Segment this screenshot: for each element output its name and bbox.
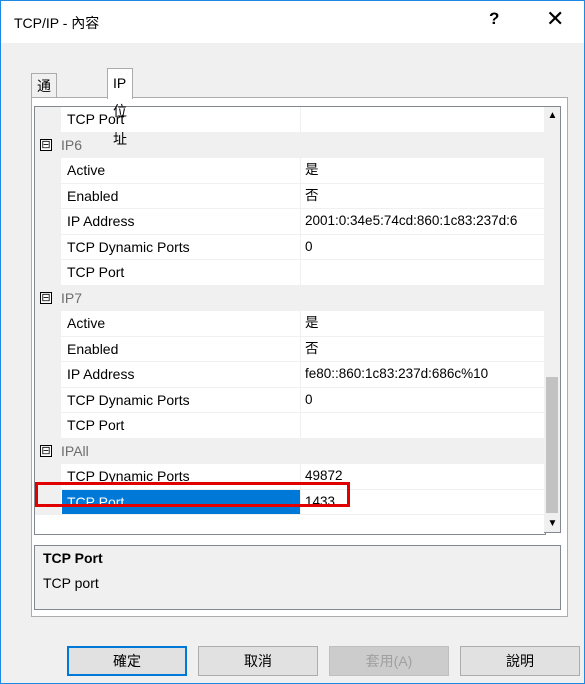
cancel-button[interactable]: 取消 (198, 646, 318, 676)
window-title: TCP/IP - 內容 (14, 15, 100, 31)
property-grid: TCP Port ⊟ IP6 Active 是 Enabled 否 IP Address 200… (34, 106, 546, 535)
property-value[interactable]: 否 (303, 337, 545, 362)
row-gutter (35, 260, 61, 285)
property-row[interactable]: TCP Dynamic Ports 49872 (35, 464, 545, 490)
row-gutter (35, 387, 61, 412)
ok-button[interactable]: 確定 (67, 646, 187, 676)
row-gutter (35, 234, 61, 259)
collapse-icon[interactable]: ⊟ (40, 291, 52, 304)
property-name: TCP Dynamic Ports (62, 464, 301, 489)
tcpip-properties-dialog: TCP/IP - 內容 ? ✕ 通訊協定 IP 位址 TCP Port ⊟ IP6 A… (0, 0, 585, 684)
property-name: IP Address (62, 209, 301, 234)
property-name: TCP Port (62, 107, 301, 132)
property-value[interactable] (303, 260, 545, 285)
property-value[interactable]: 1433 (303, 490, 545, 515)
scroll-thumb[interactable] (546, 377, 558, 513)
row-gutter (35, 464, 61, 489)
scroll-up-icon[interactable]: ▲ (544, 107, 561, 124)
row-gutter (35, 158, 61, 183)
category-row[interactable]: ⊟ IP7 (35, 285, 545, 311)
category-label: IP7 (61, 289, 83, 306)
description-pane: TCP Port TCP port (34, 545, 561, 610)
property-row[interactable]: Active 是 (35, 158, 545, 184)
property-value[interactable]: fe80::860:1c83:237d:686c%10 (303, 362, 545, 387)
category-row[interactable]: ⊟ IP6 (35, 132, 545, 158)
property-row[interactable]: TCP Dynamic Ports 0 (35, 234, 545, 260)
property-name: TCP Port (62, 260, 301, 285)
property-row[interactable]: Enabled 否 (35, 183, 545, 209)
description-title: TCP Port (43, 550, 103, 566)
row-gutter (35, 183, 61, 208)
property-row[interactable]: TCP Port (35, 260, 545, 286)
property-row[interactable]: Enabled 否 (35, 336, 545, 362)
row-gutter (35, 489, 61, 514)
row-gutter (35, 209, 61, 234)
row-gutter (35, 107, 61, 132)
title-bar: TCP/IP - 內容 ? ✕ (1, 1, 584, 43)
apply-button[interactable]: 套用(A) (329, 646, 449, 676)
ip-addresses-panel: TCP Port ⊟ IP6 Active 是 Enabled 否 IP Address 200… (31, 97, 568, 617)
property-row[interactable]: IP Address 2001:0:34e5:74cd:860:1c83:237d… (35, 209, 545, 235)
property-value[interactable]: 否 (303, 184, 545, 209)
property-value[interactable]: 是 (303, 158, 545, 183)
collapse-icon[interactable]: ⊟ (40, 138, 52, 151)
property-row[interactable]: IP Address fe80::860:1c83:237d:686c%10 (35, 362, 545, 388)
category-label: IP6 (61, 136, 83, 153)
property-value[interactable] (303, 107, 545, 132)
property-row[interactable]: TCP Port (35, 107, 545, 133)
row-gutter (35, 336, 61, 361)
property-name: IP Address (62, 362, 301, 387)
property-row[interactable]: Active 是 (35, 311, 545, 337)
row-gutter (35, 311, 61, 336)
property-name: Active (62, 311, 301, 336)
category-label: IPAll (61, 442, 89, 459)
property-name: Enabled (62, 183, 301, 208)
help-icon[interactable]: ? (489, 9, 499, 29)
scroll-down-icon[interactable]: ▼ (544, 515, 561, 532)
property-value[interactable]: 49872 (303, 464, 545, 489)
collapse-icon[interactable]: ⊟ (40, 444, 52, 457)
tab-protocol[interactable]: 通訊協定 (31, 73, 57, 166)
property-row-selected[interactable]: TCP Port 1433 (35, 489, 545, 515)
property-name: TCP Dynamic Ports (62, 234, 301, 259)
row-gutter (35, 362, 61, 387)
category-row[interactable]: ⊟ IPAll (35, 438, 545, 464)
property-value[interactable]: 是 (303, 311, 545, 336)
tab-ip-addresses[interactable]: IP 位址 (107, 68, 133, 147)
property-value[interactable] (303, 413, 545, 438)
close-icon[interactable]: ✕ (546, 6, 564, 32)
property-value[interactable]: 2001:0:34e5:74cd:860:1c83:237d:6 (303, 209, 545, 234)
property-grid-scrollbar[interactable]: ▲ ▼ (544, 106, 561, 533)
description-text: TCP port (43, 575, 99, 591)
property-row[interactable]: TCP Port (35, 413, 545, 439)
property-value[interactable]: 0 (303, 388, 545, 413)
property-value[interactable]: 0 (303, 235, 545, 260)
help-button[interactable]: 說明 (460, 646, 580, 676)
row-gutter (35, 413, 61, 438)
property-name: TCP Port (62, 413, 301, 438)
property-name: Enabled (62, 336, 301, 361)
property-name: Active (62, 158, 301, 183)
property-name: TCP Dynamic Ports (62, 387, 301, 412)
property-row[interactable]: TCP Dynamic Ports 0 (35, 387, 545, 413)
property-name: TCP Port (62, 489, 301, 514)
